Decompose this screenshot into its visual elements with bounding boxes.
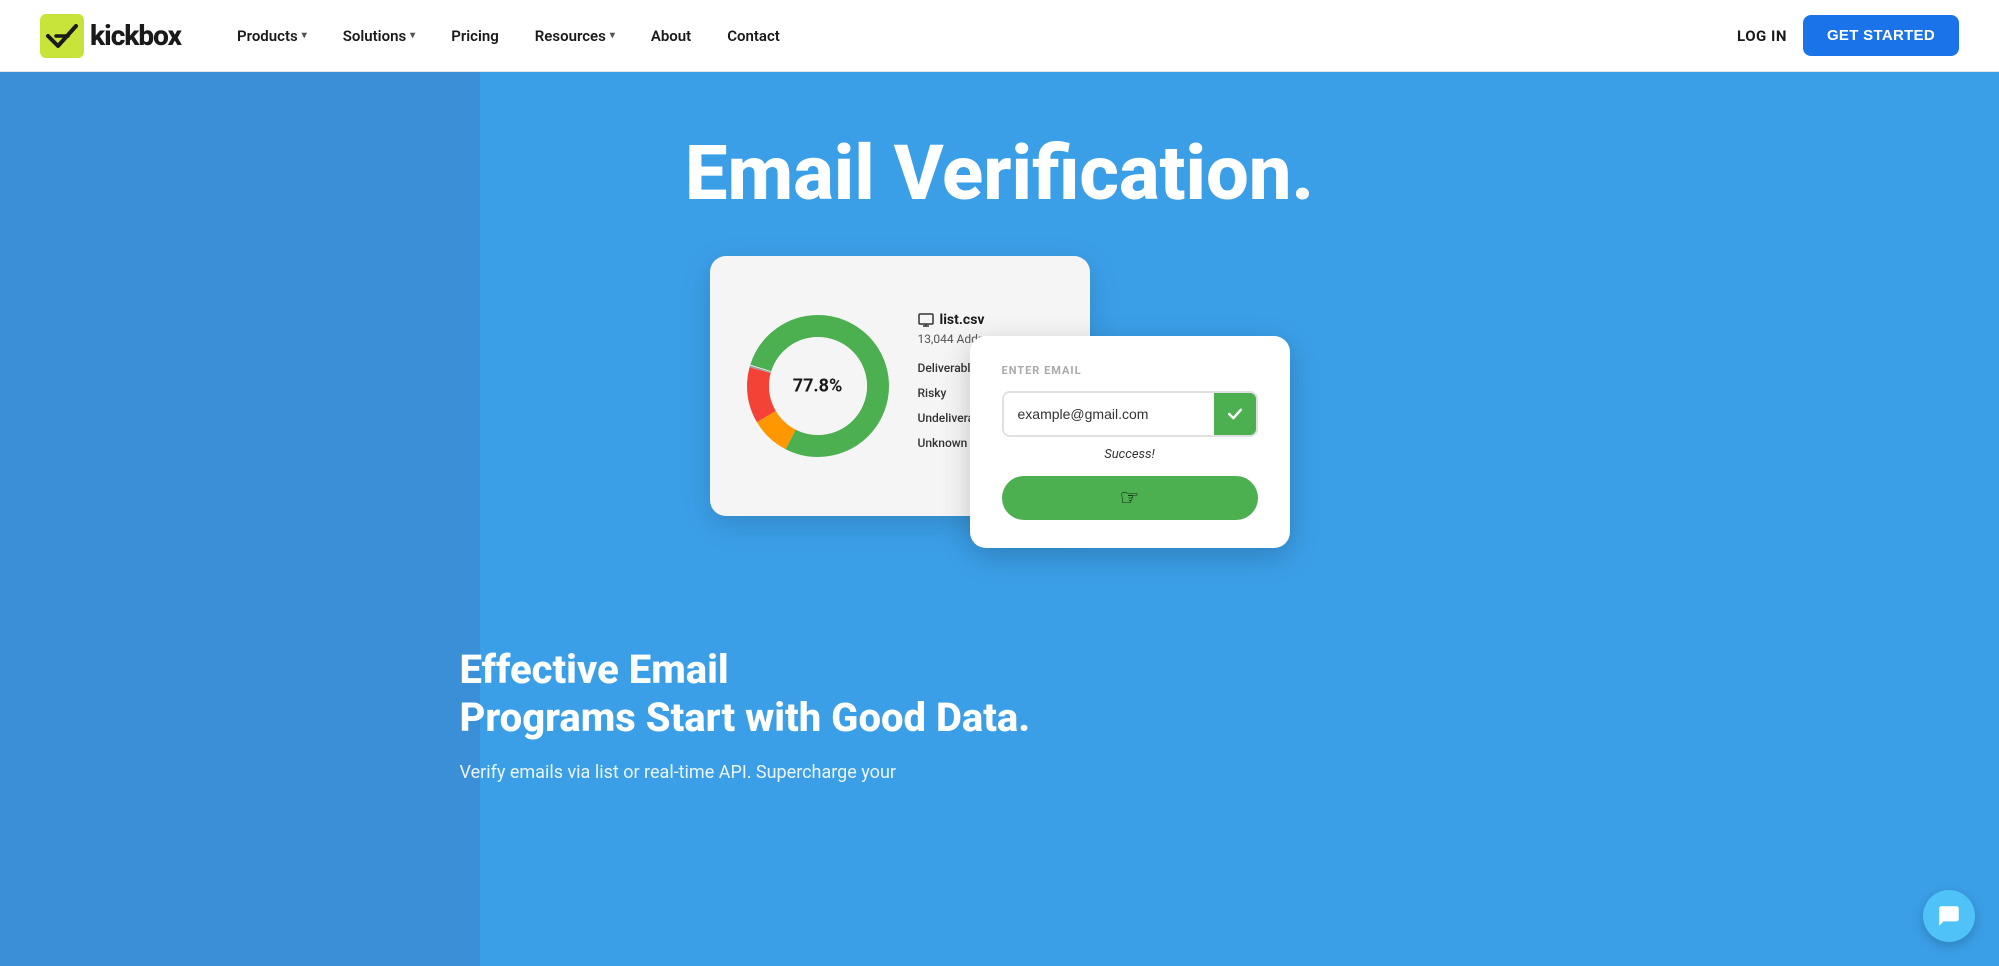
hero-bottom: Effective Email Programs Start with Good…: [400, 646, 1600, 783]
nav-item-products[interactable]: Products ▾: [221, 19, 323, 53]
verify-card: ENTER EMAIL Success! ☞: [970, 336, 1290, 548]
donut-percent-label: 77.8%: [793, 375, 843, 396]
hero-description: Verify emails via list or real-time API.…: [460, 762, 1060, 783]
nav-right: LOG IN GET STARTED: [1737, 15, 1959, 56]
chevron-down-icon: ▾: [610, 30, 615, 41]
navigation: kickbox Products ▾ Solutions ▾ Pricing R…: [0, 0, 1999, 72]
stats-filename: list.csv: [918, 312, 1062, 328]
hero-content: Email Verification.: [550, 72, 1450, 646]
nav-item-solutions[interactable]: Solutions ▾: [327, 19, 431, 53]
nav-item-resources[interactable]: Resources ▾: [519, 19, 631, 53]
hero-subtitle: Effective Email Programs Start with Good…: [460, 646, 1540, 742]
logo[interactable]: kickbox: [40, 14, 181, 58]
chat-bubble-button[interactable]: [1923, 890, 1975, 942]
verify-submit-button[interactable]: ☞: [1002, 476, 1258, 520]
chat-icon: [1936, 903, 1962, 929]
hero-section: Email Verification.: [0, 72, 1999, 966]
hero-title: Email Verification.: [685, 132, 1314, 216]
verify-check-button[interactable]: [1214, 393, 1256, 435]
monitor-icon: [918, 313, 934, 327]
login-button[interactable]: LOG IN: [1737, 27, 1787, 45]
check-icon: [1225, 404, 1245, 424]
donut-chart: 77.8%: [738, 306, 898, 466]
chevron-down-icon: ▾: [410, 30, 415, 41]
verify-success-text: Success!: [1002, 447, 1258, 462]
get-started-button[interactable]: GET STARTED: [1803, 15, 1959, 56]
nav-item-about[interactable]: About: [635, 19, 707, 53]
verify-input-row: [1002, 391, 1258, 437]
chevron-down-icon: ▾: [302, 30, 307, 41]
logo-icon: [40, 14, 84, 58]
cursor-icon: ☞: [1120, 485, 1140, 511]
hero-bg-person: [0, 72, 480, 966]
verify-label: ENTER EMAIL: [1002, 364, 1258, 377]
logo-text: kickbox: [90, 19, 181, 52]
nav-links: Products ▾ Solutions ▾ Pricing Resources…: [221, 19, 1737, 53]
nav-item-pricing[interactable]: Pricing: [435, 19, 515, 53]
hero-cards: 77.8% list.csv 13,044 Addresses Delivera…: [710, 256, 1290, 596]
nav-item-contact[interactable]: Contact: [711, 19, 796, 53]
email-input[interactable]: [1004, 394, 1214, 434]
